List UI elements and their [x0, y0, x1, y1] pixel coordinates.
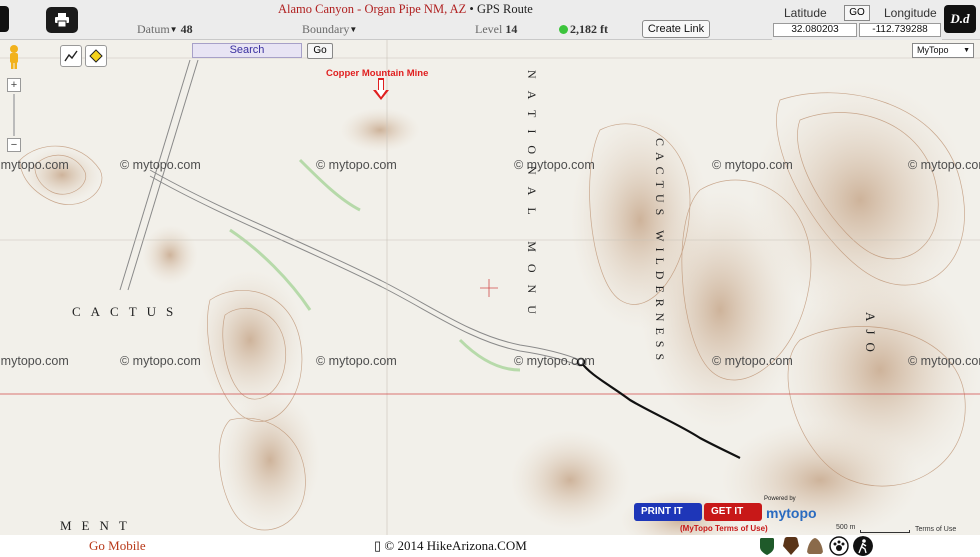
dd-logo[interactable]: D.d: [944, 5, 976, 33]
elevation-readout: 2,182 ft: [559, 22, 608, 37]
map-type-select[interactable]: MyTopo ▼: [912, 43, 974, 58]
watermark: © mytopo.com: [908, 354, 980, 368]
elevation-value: 2,182 ft: [570, 22, 608, 36]
print-it-button[interactable]: PRINT IT: [634, 503, 702, 521]
line-chart-icon: [64, 50, 78, 62]
latitude-label: Latitude: [784, 6, 827, 20]
powered-by-label: Powered by: [764, 496, 796, 502]
scale-bar: [860, 530, 910, 533]
watermark: © mytopo.com: [120, 158, 201, 172]
printer-icon: [55, 13, 69, 27]
page-title: Alamo Canyon - Organ Pipe NM, AZ • GPS R…: [278, 2, 533, 17]
go-mobile-link[interactable]: Go Mobile: [89, 538, 146, 554]
caret-down-icon: ▼: [349, 25, 358, 34]
coord-go-button[interactable]: GO: [844, 5, 870, 21]
blm-icon[interactable]: [805, 536, 825, 556]
region-label-ajo: AJO: [863, 312, 878, 360]
elevation-dot-icon: [559, 25, 568, 34]
datum-label: Datum: [137, 22, 170, 36]
boundary-label: Boundary: [302, 22, 350, 36]
menu-stub[interactable]: [0, 6, 9, 32]
watermark: © mytopo.com: [316, 158, 397, 172]
longitude-field[interactable]: -112.739288: [859, 23, 941, 37]
copyright-label: © 2014 HikeArizona.COM: [384, 538, 527, 553]
topo-map[interactable]: + − Search Go MyTopo ▼ Copper Mountain Mi…: [0, 40, 980, 535]
zoom-slider[interactable]: [13, 94, 15, 136]
caret-down-icon: ▼: [169, 25, 178, 34]
title-separator: •: [466, 2, 477, 16]
datum-value: 48: [180, 22, 193, 36]
map-type-value: MyTopo: [917, 45, 949, 55]
route-tool-button[interactable]: [60, 45, 82, 67]
watermark: © mytopo.com: [514, 354, 595, 368]
create-link-button[interactable]: Create Link: [642, 20, 710, 38]
search-input[interactable]: Search: [192, 43, 302, 58]
hiker-icon[interactable]: [853, 536, 873, 556]
zoom-control: + −: [7, 78, 21, 152]
watermark: © mytopo.com: [908, 158, 980, 172]
diamond-icon: [89, 49, 103, 63]
latitude-field[interactable]: 32.080203: [773, 23, 857, 37]
usfs-shield-icon[interactable]: [757, 536, 777, 556]
title-suffix: GPS Route: [476, 2, 533, 16]
get-it-button[interactable]: GET IT: [704, 503, 762, 521]
mytopo-logo[interactable]: mytopo: [766, 505, 817, 521]
waypoint-tool-button[interactable]: [85, 45, 107, 67]
watermark: © mytopo.com: [0, 158, 69, 172]
chevron-down-icon: ▼: [963, 47, 970, 54]
region-label-national: NATIONAL MONU: [525, 70, 539, 326]
nps-arrowhead-icon[interactable]: [781, 536, 801, 556]
datum-selector[interactable]: Datum▼ 48: [137, 22, 193, 37]
watermark: © mytopo.com: [120, 354, 201, 368]
terms-of-use-link[interactable]: Terms of Use: [915, 526, 956, 533]
phone-icon: ▯: [374, 538, 382, 553]
paw-icon[interactable]: [829, 536, 849, 556]
level-indicator: Level 14: [475, 22, 517, 37]
watermark: © mytopo.com: [712, 354, 793, 368]
scale-label: 500 m: [836, 524, 856, 531]
zoom-in-button[interactable]: +: [7, 78, 21, 92]
poi-label: Copper Mountain Mine: [326, 68, 429, 79]
mytopo-terms-link[interactable]: (MyTopo Terms of Use): [680, 524, 768, 533]
print-button[interactable]: [46, 7, 78, 33]
coordinate-panel: Latitude GO Longitude 32.080203 -112.739…: [772, 0, 942, 40]
pegman-icon[interactable]: [6, 44, 22, 70]
copyright-text: ▯ © 2014 HikeArizona.COM: [374, 538, 527, 554]
footer: Go Mobile ▯ © 2014 HikeArizona.COM: [0, 535, 980, 557]
longitude-label: Longitude: [884, 6, 937, 20]
region-label-monument: MENT: [60, 518, 137, 533]
region-label-wilderness: CACTUS WILDERNESS: [653, 138, 667, 367]
watermark: © mytopo.com: [316, 354, 397, 368]
terrain-layer: [0, 40, 980, 535]
boundary-selector[interactable]: Boundary▼: [302, 22, 357, 37]
top-toolbar: Alamo Canyon - Organ Pipe NM, AZ • GPS R…: [0, 0, 980, 40]
zoom-out-button[interactable]: −: [7, 138, 21, 152]
watermark: © mytopo.com: [0, 354, 69, 368]
level-value: 14: [505, 22, 518, 36]
level-label: Level: [475, 22, 503, 36]
search-go-button[interactable]: Go: [307, 43, 333, 59]
watermark: © mytopo.com: [712, 158, 793, 172]
region-label-cactus: CACTUS: [72, 304, 184, 319]
title-place: Alamo Canyon - Organ Pipe NM, AZ: [278, 2, 467, 16]
